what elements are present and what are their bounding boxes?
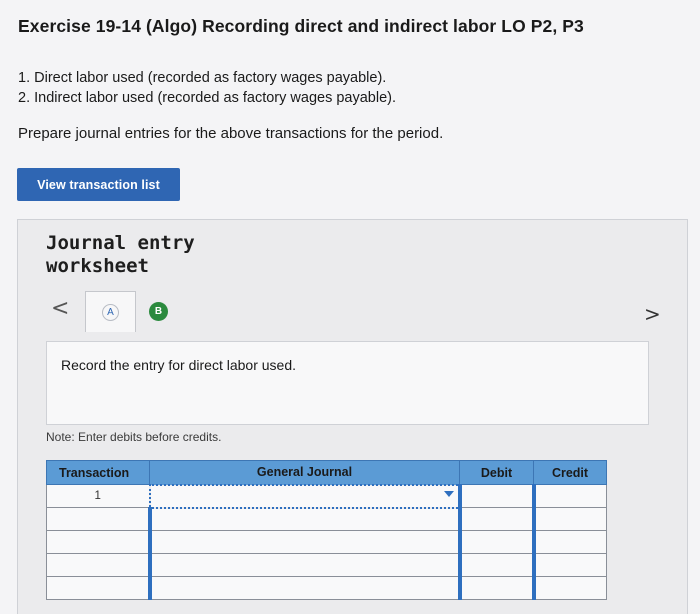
table-row bbox=[46, 507, 607, 531]
table-row bbox=[46, 530, 607, 554]
debit-input[interactable] bbox=[457, 484, 534, 508]
next-icon[interactable]: > bbox=[644, 302, 661, 326]
general-journal-select[interactable] bbox=[147, 507, 460, 531]
table-row bbox=[46, 576, 607, 600]
instructions-text: Prepare journal entries for the above tr… bbox=[18, 125, 444, 142]
view-transaction-list-button[interactable]: View transaction list bbox=[17, 168, 180, 201]
transaction-list: 1. Direct labor used (recorded as factor… bbox=[18, 68, 396, 108]
column-header-debit: Debit bbox=[459, 460, 534, 485]
transaction-cell bbox=[46, 576, 150, 600]
debit-input[interactable] bbox=[457, 553, 534, 577]
previous-icon[interactable]: < bbox=[51, 296, 69, 321]
general-journal-select[interactable] bbox=[147, 553, 460, 577]
worksheet-title: Journal entry worksheet bbox=[46, 232, 195, 277]
credit-input[interactable] bbox=[531, 530, 607, 554]
credit-input[interactable] bbox=[531, 576, 607, 600]
column-header-general-journal: General Journal bbox=[149, 460, 460, 485]
list-item: 2. Indirect labor used (recorded as fact… bbox=[18, 90, 397, 106]
table-header-row: Transaction General Journal Debit Credit bbox=[46, 460, 607, 485]
journal-table: Transaction General Journal Debit Credit… bbox=[46, 460, 607, 600]
general-journal-select[interactable] bbox=[148, 483, 461, 509]
credit-input[interactable] bbox=[531, 484, 607, 508]
transaction-cell: 1 bbox=[46, 484, 150, 508]
credit-input[interactable] bbox=[531, 507, 607, 531]
credit-input[interactable] bbox=[531, 553, 607, 577]
entry-instruction: Record the entry for direct labor used. bbox=[46, 341, 649, 425]
exercise-page: Exercise 19-14 (Algo) Recording direct a… bbox=[0, 0, 700, 614]
note-text: Note: Enter debits before credits. bbox=[46, 430, 222, 444]
debit-input[interactable] bbox=[457, 507, 534, 531]
tab-a-label: A bbox=[102, 303, 119, 321]
list-item: 1. Direct labor used (recorded as factor… bbox=[18, 70, 387, 86]
journal-entry-worksheet: Journal entry worksheet < A B > Record t… bbox=[17, 219, 688, 614]
tab-a[interactable]: A bbox=[85, 291, 136, 332]
debit-input[interactable] bbox=[457, 530, 534, 554]
transaction-cell bbox=[46, 507, 150, 531]
transaction-cell bbox=[46, 530, 150, 554]
transaction-cell bbox=[46, 553, 150, 577]
debit-input[interactable] bbox=[457, 576, 534, 600]
table-row bbox=[46, 553, 607, 577]
general-journal-select[interactable] bbox=[147, 530, 460, 554]
tab-b[interactable]: B bbox=[149, 302, 168, 321]
column-header-credit: Credit bbox=[533, 460, 607, 485]
column-header-transaction: Transaction bbox=[46, 460, 150, 485]
general-journal-select[interactable] bbox=[147, 576, 460, 600]
page-title: Exercise 19-14 (Algo) Recording direct a… bbox=[18, 16, 584, 36]
table-row: 1 bbox=[46, 483, 607, 509]
chevron-down-icon[interactable] bbox=[443, 490, 454, 497]
